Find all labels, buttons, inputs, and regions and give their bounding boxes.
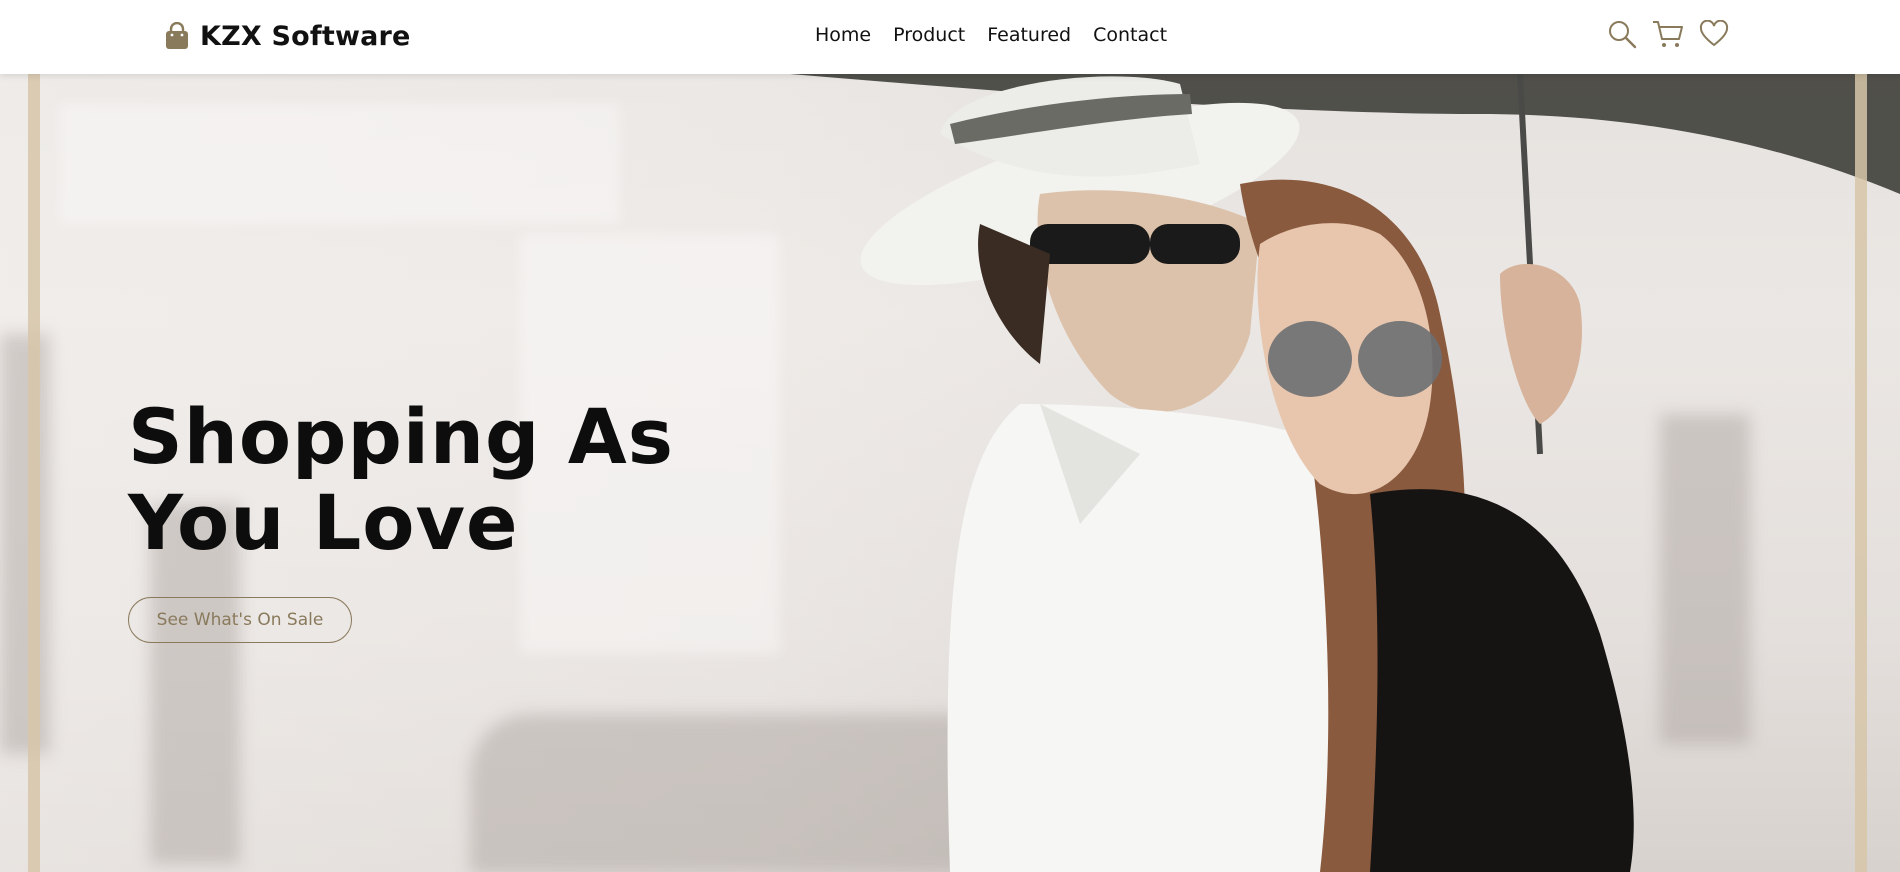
hero-title-line1: Shopping As <box>128 392 674 481</box>
brand[interactable]: KZX Software <box>164 18 411 54</box>
header-actions <box>1606 18 1730 50</box>
bg-window-edge <box>0 334 50 754</box>
hero-frame-left <box>28 74 40 872</box>
nav-contact[interactable]: Contact <box>1093 22 1167 48</box>
bg-building-top <box>60 104 620 224</box>
nav-home[interactable]: Home <box>815 22 871 48</box>
nav-product[interactable]: Product <box>893 22 965 48</box>
main-nav: Home Product Featured Contact <box>815 22 1189 48</box>
brand-name: KZX Software <box>200 20 411 52</box>
couple-photo <box>790 74 1900 872</box>
heart-icon[interactable] <box>1698 18 1730 50</box>
see-sale-button[interactable]: See What's On Sale <box>128 597 352 643</box>
search-icon[interactable] <box>1606 18 1638 50</box>
cart-icon[interactable] <box>1652 18 1684 50</box>
shopping-bag-icon <box>164 21 190 50</box>
hero-title-line2: You Love <box>128 478 519 567</box>
hero-banner: Shopping As You Love See What's On Sale <box>0 74 1900 872</box>
hero-frame-right <box>1855 74 1867 872</box>
hero-title: Shopping As You Love <box>128 394 728 566</box>
nav-featured[interactable]: Featured <box>987 22 1071 48</box>
site-header: KZX Software Home Product Featured Conta… <box>0 0 1900 74</box>
